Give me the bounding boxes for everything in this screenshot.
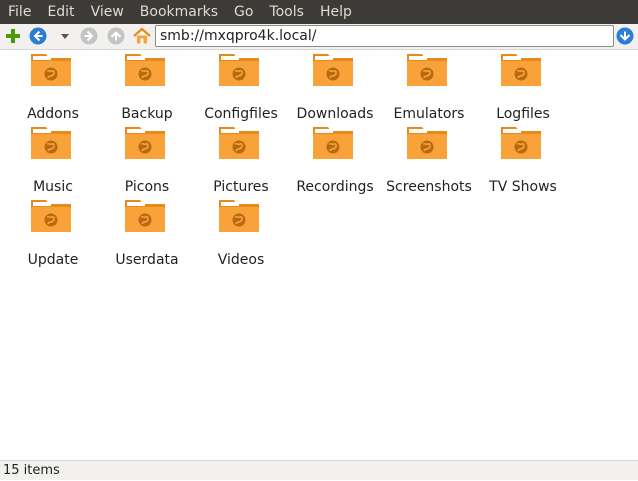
- network-folder-icon: [219, 54, 259, 86]
- folder-label: Logfiles: [496, 106, 550, 122]
- location-input[interactable]: smb://mxqpro4k.local/: [155, 25, 614, 47]
- network-folder-icon: [313, 127, 353, 159]
- folder-item[interactable]: Pictures: [194, 123, 288, 195]
- network-folder-icon: [407, 54, 447, 86]
- menu-help[interactable]: Help: [312, 0, 360, 24]
- menu-view[interactable]: View: [83, 0, 132, 24]
- folder-label: Screenshots: [386, 179, 472, 195]
- up-icon[interactable]: [107, 27, 125, 45]
- back-history-dropdown-icon[interactable]: [56, 27, 74, 45]
- network-folder-icon: [125, 200, 165, 232]
- folder-label: Emulators: [393, 106, 465, 122]
- item-count: 15 items: [3, 463, 60, 478]
- folder-label: Picons: [124, 179, 170, 195]
- folder-item[interactable]: Update: [6, 196, 100, 268]
- folder-label: Videos: [217, 252, 265, 268]
- network-folder-icon: [219, 200, 259, 232]
- network-folder-icon: [125, 127, 165, 159]
- folder-label: Userdata: [115, 252, 179, 268]
- network-folder-icon: [501, 127, 541, 159]
- menu-go[interactable]: Go: [226, 0, 261, 24]
- forward-icon[interactable]: [80, 27, 98, 45]
- folder-item[interactable]: Backup: [100, 50, 194, 122]
- go-icon[interactable]: [616, 27, 634, 45]
- folder-item[interactable]: Logfiles: [476, 50, 570, 122]
- folder-label: Addons: [27, 106, 79, 122]
- network-folder-icon: [31, 127, 71, 159]
- network-folder-icon: [501, 54, 541, 86]
- folder-item[interactable]: Music: [6, 123, 100, 195]
- network-folder-icon: [125, 54, 165, 86]
- folder-item[interactable]: Downloads: [288, 50, 382, 122]
- folder-item[interactable]: Emulators: [382, 50, 476, 122]
- back-icon[interactable]: [29, 27, 47, 45]
- folder-item[interactable]: TV Shows: [476, 123, 570, 195]
- folder-label: Pictures: [213, 179, 269, 195]
- network-folder-icon: [313, 54, 353, 86]
- home-icon[interactable]: [133, 27, 151, 45]
- menu-edit[interactable]: Edit: [39, 0, 82, 24]
- folder-item[interactable]: Userdata: [100, 196, 194, 268]
- status-bar: 15 items: [0, 460, 638, 480]
- network-folder-icon: [219, 127, 259, 159]
- folder-label: Configfiles: [204, 106, 278, 122]
- folder-item[interactable]: Configfiles: [194, 50, 288, 122]
- menu-tools[interactable]: Tools: [261, 0, 312, 24]
- folder-label: Music: [33, 179, 73, 195]
- add-icon[interactable]: [4, 27, 22, 45]
- menu-bookmarks[interactable]: Bookmarks: [132, 0, 226, 24]
- network-folder-icon: [31, 54, 71, 86]
- menu-file[interactable]: File: [0, 0, 39, 24]
- folder-label: Recordings: [296, 179, 374, 195]
- toolbar: smb://mxqpro4k.local/: [0, 24, 638, 50]
- folder-item[interactable]: Picons: [100, 123, 194, 195]
- folder-item[interactable]: Screenshots: [382, 123, 476, 195]
- folder-item[interactable]: Videos: [194, 196, 288, 268]
- folder-label: Downloads: [296, 106, 374, 122]
- network-folder-icon: [407, 127, 447, 159]
- folder-label: Update: [27, 252, 79, 268]
- menu-bar: File Edit View Bookmarks Go Tools Help: [0, 0, 638, 24]
- folder-item[interactable]: Addons: [6, 50, 100, 122]
- folder-item[interactable]: Recordings: [288, 123, 382, 195]
- folder-label: Backup: [121, 106, 173, 122]
- network-folder-icon: [31, 200, 71, 232]
- folder-label: TV Shows: [489, 179, 557, 195]
